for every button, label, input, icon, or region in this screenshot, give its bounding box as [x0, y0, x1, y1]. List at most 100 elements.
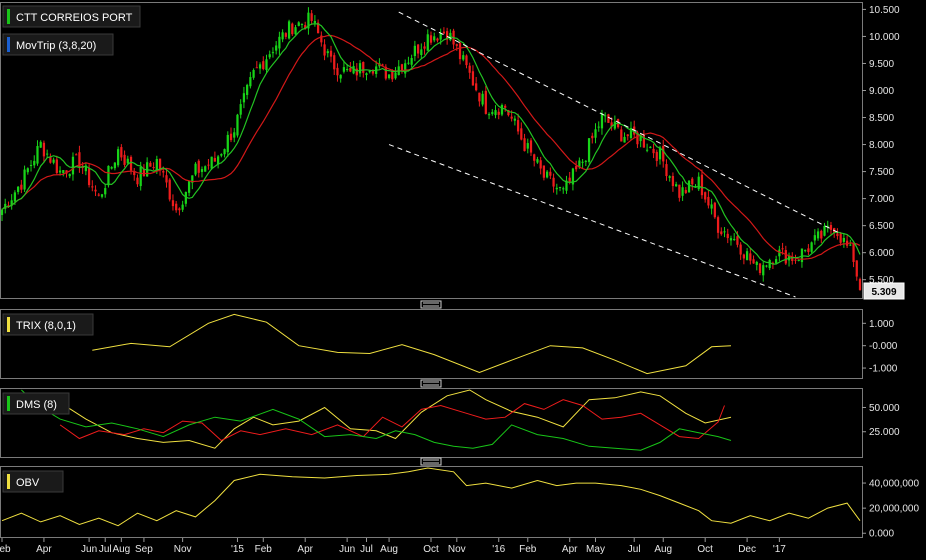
- candle-body: [107, 165, 110, 186]
- candle-body: [839, 233, 842, 243]
- candle-body: [620, 129, 623, 142]
- candle-body: [333, 55, 336, 70]
- legend-swatch-obv: [7, 474, 10, 489]
- candle: [204, 165, 207, 172]
- candle-body: [17, 186, 20, 192]
- candle-body: [249, 77, 252, 87]
- splitter-grip-3[interactable]: [420, 457, 442, 466]
- candle-body: [416, 44, 420, 54]
- candle-body: [210, 156, 213, 169]
- splitter-grip-2[interactable]: [420, 379, 442, 388]
- candle-body: [94, 189, 97, 192]
- candle-body: [342, 67, 346, 72]
- candle-body: [349, 67, 352, 72]
- candle-body: [413, 45, 416, 57]
- legend-item-obv[interactable]: OBV: [2, 470, 64, 493]
- candle-body: [33, 160, 36, 166]
- candle-body: [129, 156, 133, 171]
- candle-body: [481, 93, 484, 105]
- candle-body: [491, 112, 494, 114]
- candle-body: [607, 114, 610, 123]
- candle-body: [529, 140, 533, 153]
- candle-body: [287, 21, 291, 39]
- candle: [168, 178, 171, 202]
- candle-body: [707, 196, 710, 206]
- price-y-tick-label: 8.000: [869, 140, 894, 151]
- candle-body: [497, 111, 500, 115]
- date-tick-label: Apr: [297, 544, 313, 555]
- legend-swatch-trix: [7, 317, 10, 332]
- date-tick-label: '15: [231, 544, 244, 555]
- candle-body: [110, 167, 113, 169]
- candle-body: [723, 231, 726, 233]
- candle-body: [765, 265, 768, 267]
- candle-body: [200, 169, 204, 172]
- candle-body: [410, 57, 413, 65]
- date-tick-label: Aug: [112, 544, 130, 555]
- candle-body: [745, 251, 749, 261]
- candle-body: [23, 169, 26, 190]
- date-tick-label: Jun: [339, 544, 355, 555]
- candle-body: [13, 192, 17, 202]
- candle-body: [204, 166, 207, 172]
- candle-body: [549, 171, 552, 176]
- legend-label-obv: OBV: [16, 477, 40, 489]
- legend-swatch-ticker: [7, 9, 10, 24]
- candle-body: [533, 154, 536, 161]
- legend-item-ticker[interactable]: CTT CORREIOS PORT: [2, 5, 141, 28]
- candle-body: [842, 237, 845, 242]
- candle-body: [855, 260, 858, 277]
- legend-label-movtrip: MovTrip (3,8,20): [16, 40, 96, 52]
- date-tick-label: Aug: [380, 544, 398, 555]
- candle-body: [358, 63, 362, 74]
- candle-body: [752, 259, 755, 264]
- legend-swatch-movtrip: [7, 37, 10, 52]
- price-y-tick-label: 6.500: [869, 221, 894, 232]
- candle-body: [820, 230, 823, 239]
- candle-body: [500, 104, 504, 115]
- candle-body: [291, 23, 294, 35]
- candle-body: [655, 151, 658, 161]
- candle-body: [36, 145, 39, 164]
- candle-body: [165, 175, 168, 183]
- candle: [291, 22, 294, 36]
- candle: [713, 201, 716, 219]
- candle-body: [542, 165, 546, 178]
- price-y-tick-label: 7.500: [869, 167, 894, 178]
- stock-chart: 10.500 10.000 9.500 9.000 8.500 8.000 7.500 7.0…: [0, 0, 926, 560]
- candle-body: [262, 61, 265, 69]
- legend-item-movtrip[interactable]: MovTrip (3,8,20): [2, 33, 114, 56]
- candle-body: [149, 162, 152, 167]
- candle-body: [442, 31, 446, 34]
- candle-body: [545, 171, 549, 178]
- candle: [587, 138, 591, 164]
- candle-body: [462, 55, 465, 60]
- candle: [687, 180, 691, 193]
- legend-item-trix[interactable]: TRIX (8,0,1): [2, 313, 94, 336]
- date-tick-label: Dec: [738, 544, 756, 555]
- candle: [23, 165, 26, 193]
- candle-body: [681, 187, 684, 196]
- candle-body: [139, 166, 142, 187]
- candle-body: [226, 134, 229, 153]
- date-tick-label: Oct: [697, 544, 713, 555]
- candle-body: [281, 32, 284, 40]
- candle-body: [487, 114, 491, 116]
- candle: [287, 19, 291, 40]
- dms-y-tick-label: 50.000: [869, 403, 900, 414]
- price-y-tick-label: 9.500: [869, 59, 894, 70]
- splitter-grip-1[interactable]: [420, 300, 442, 309]
- candle-body: [242, 93, 246, 103]
- candle-body: [391, 71, 394, 80]
- candle-body: [175, 203, 178, 211]
- date-tick-label: Jul: [628, 544, 641, 555]
- date-tick-label: '17: [773, 544, 786, 555]
- candle-body: [258, 64, 262, 69]
- candle-body: [704, 192, 707, 200]
- candle-body: [362, 62, 365, 73]
- candle-body: [552, 177, 555, 187]
- legend-item-dms[interactable]: DMS (8): [2, 392, 70, 415]
- candle-body: [229, 133, 233, 141]
- candle-body: [816, 231, 820, 239]
- candle-body: [568, 177, 571, 182]
